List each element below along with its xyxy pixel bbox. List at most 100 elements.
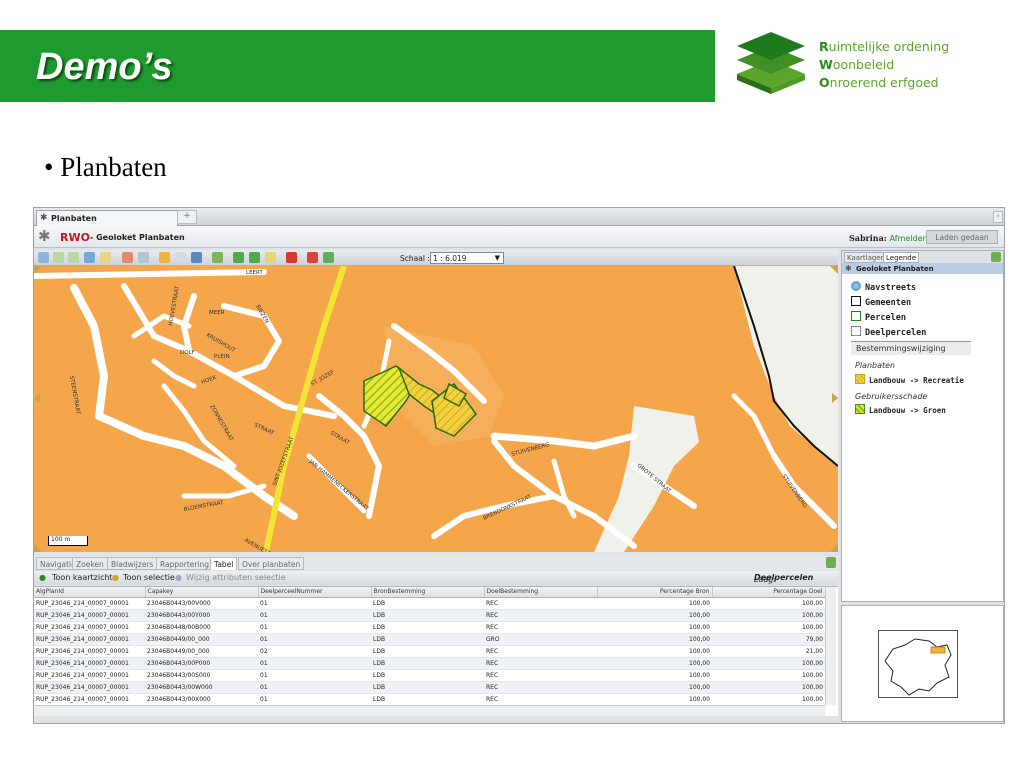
table-cell: REC bbox=[484, 669, 597, 682]
table-cell: 23046B0443/00Y000 bbox=[145, 609, 258, 622]
tab-planbaten[interactable]: ✱ Planbaten bbox=[36, 210, 178, 226]
tab-bladwijzers[interactable]: Bladwijzers bbox=[107, 557, 158, 570]
legend-header: ✱ Geoloket Planbaten bbox=[842, 263, 1003, 274]
yellow-hatch-icon bbox=[855, 374, 865, 384]
table-cell: RUP_23046_214_00007_00001 bbox=[34, 597, 145, 610]
tab-over-planbaten[interactable]: Over planbaten bbox=[238, 557, 305, 570]
column-header[interactable]: DeelperceelNummer bbox=[258, 587, 372, 598]
table-cell: 01 bbox=[258, 693, 371, 706]
tab-scroll-button[interactable]: ‹ bbox=[993, 211, 1003, 223]
user-name: Sabrina: bbox=[849, 233, 887, 243]
logout-link[interactable]: Afmelden bbox=[890, 234, 928, 243]
loaded-button[interactable]: Laden gedaan bbox=[926, 230, 998, 244]
table-cell: REC bbox=[484, 621, 597, 634]
title-banner: Demo’s bbox=[0, 30, 715, 102]
zoom-box-icon[interactable] bbox=[84, 252, 95, 263]
horizontal-scrollbar[interactable] bbox=[34, 705, 825, 716]
measure-icon[interactable] bbox=[159, 252, 170, 263]
table-cell: 23046B0443/00W000 bbox=[145, 681, 258, 694]
clear-icon[interactable] bbox=[265, 252, 276, 263]
table-cell: 01 bbox=[258, 597, 371, 610]
table-row[interactable]: RUP_23046_214_00007_00001 23046B0448/00B0… bbox=[34, 621, 825, 634]
overview-map[interactable] bbox=[841, 605, 1004, 722]
table-row[interactable]: RUP_23046_214_00007_00001 23046B0443/00V0… bbox=[34, 597, 825, 610]
column-header[interactable]: DoelBestemming bbox=[484, 587, 598, 598]
identify-icon[interactable] bbox=[212, 252, 223, 263]
table-cell: RUP_23046_214_00007_00001 bbox=[34, 621, 145, 634]
print-icon[interactable] bbox=[307, 252, 318, 263]
legend-percelen: Percelen bbox=[851, 311, 906, 323]
table-cell: 100,00 bbox=[597, 609, 712, 622]
table-row[interactable]: RUP_23046_214_00007_00001 23046B0449/00_0… bbox=[34, 633, 825, 646]
table-cell: 100,00 bbox=[712, 657, 825, 670]
edit-attributes-button[interactable]: Wijzig attributen selectie bbox=[186, 573, 286, 582]
table-row[interactable]: RUP_23046_214_00007_00001 23046B0443/00W0… bbox=[34, 681, 825, 694]
legend-label: Navstreets bbox=[865, 283, 917, 293]
column-header[interactable]: AlgPlanId bbox=[34, 587, 146, 598]
table-row[interactable]: RUP_23046_214_00007_00001 23046B0449/00_0… bbox=[34, 645, 825, 658]
help-icon[interactable] bbox=[323, 252, 334, 263]
table-cell: REC bbox=[484, 645, 597, 658]
table-cell: 01 bbox=[258, 657, 371, 670]
bottom-tabs: Navigatie Zoeken Bladwijzers Rapporterin… bbox=[34, 556, 838, 570]
vertical-scrollbar[interactable] bbox=[825, 587, 836, 705]
edit-icon: ● bbox=[175, 573, 182, 582]
map-view[interactable]: MEER BIEZEN KRUISHOUT DOLF PLEIN HOEK ZO… bbox=[34, 266, 838, 552]
previous-extent-icon[interactable] bbox=[122, 252, 133, 263]
table-header-row: AlgPlanId Capakey DeelperceelNummer BronBes… bbox=[34, 587, 826, 598]
rwo-tab-icon: ✱ bbox=[40, 213, 48, 223]
show-selection-button[interactable]: Toon selectie bbox=[123, 573, 175, 582]
select-icon[interactable] bbox=[175, 252, 186, 263]
legend-label: Percelen bbox=[865, 313, 906, 323]
tab-legende[interactable]: Legende bbox=[883, 252, 920, 263]
table-cell: RUP_23046_214_00007_00001 bbox=[34, 693, 145, 706]
column-header[interactable]: Capakey bbox=[145, 587, 259, 598]
column-header[interactable]: Percentage Doel bbox=[712, 587, 826, 598]
attribute-table: AlgPlanId Capakey DeelperceelNummer BronBes… bbox=[34, 586, 838, 716]
attribute-table-grid: AlgPlanId Capakey DeelperceelNummer BronBes… bbox=[34, 587, 826, 706]
chevron-down-icon: ▼ bbox=[494, 254, 500, 262]
show-map-button[interactable]: Toon kaartzicht bbox=[52, 573, 113, 582]
black-square-icon bbox=[851, 296, 861, 306]
map-label: LEERT bbox=[246, 270, 263, 276]
table-cell: LDB bbox=[371, 645, 484, 658]
tab-zoeken[interactable]: Zoeken bbox=[72, 557, 108, 570]
green-hatch-icon bbox=[855, 404, 865, 414]
column-header[interactable]: BronBestemming bbox=[371, 587, 485, 598]
table-cell: 02 bbox=[258, 645, 371, 658]
pan-icon[interactable] bbox=[100, 252, 111, 263]
table-row[interactable]: RUP_23046_214_00007_00001 23046B0443/00S0… bbox=[34, 669, 825, 682]
legend-groen: Landbouw -> Groen bbox=[855, 404, 946, 415]
legend-panel: Kaartlagen Legende ✱ Geoloket Planbaten … bbox=[841, 250, 1004, 602]
tab-tabel[interactable]: Tabel bbox=[210, 557, 238, 570]
info-icon[interactable] bbox=[191, 252, 202, 263]
table-cell: REC bbox=[484, 609, 597, 622]
column-header[interactable]: Percentage Bron bbox=[597, 587, 713, 598]
check-edit-icon[interactable] bbox=[249, 252, 260, 263]
map-scalebar: 100 m bbox=[48, 536, 88, 546]
zoom-out-icon[interactable] bbox=[68, 252, 79, 263]
planbaten-title: Planbaten bbox=[855, 361, 896, 370]
legend-header-label: Geoloket Planbaten bbox=[856, 265, 934, 273]
pdf-icon[interactable] bbox=[286, 252, 297, 263]
next-extent-icon[interactable] bbox=[138, 252, 149, 263]
table-cell: 100,00 bbox=[712, 609, 825, 622]
app-header: ✱ RWO - Geoloket Planbaten Sabrina: Afme… bbox=[34, 226, 1004, 248]
tab-kaartlagen[interactable]: Kaartlagen bbox=[844, 252, 889, 263]
check-icon[interactable] bbox=[233, 252, 244, 263]
tab-rapportering[interactable]: Rapportering bbox=[156, 557, 214, 570]
logo-wordmark: Ruimtelijke ordening Woonbeleid Onroeren… bbox=[819, 39, 950, 90]
brand-rwo: RWO bbox=[60, 231, 90, 244]
new-tab-button[interactable]: + bbox=[177, 210, 197, 224]
zoom-full-icon[interactable] bbox=[38, 252, 49, 263]
table-cell: REC bbox=[484, 597, 597, 610]
table-row[interactable]: RUP_23046_214_00007_00001 23046B0443/00X0… bbox=[34, 693, 825, 706]
zoom-in-icon[interactable] bbox=[53, 252, 64, 263]
export-icon[interactable] bbox=[826, 557, 836, 568]
table-cell: 79,00 bbox=[712, 633, 825, 646]
table-row[interactable]: RUP_23046_214_00007_00001 23046B0443/00Y0… bbox=[34, 609, 825, 622]
scale-select[interactable]: 1 : 6.019 ▼ bbox=[430, 252, 504, 264]
layer-indicator: Laag: Deelpercelen bbox=[754, 573, 813, 584]
expand-icon[interactable] bbox=[991, 252, 1001, 262]
table-row[interactable]: RUP_23046_214_00007_00001 23046B0443/00P0… bbox=[34, 657, 825, 670]
